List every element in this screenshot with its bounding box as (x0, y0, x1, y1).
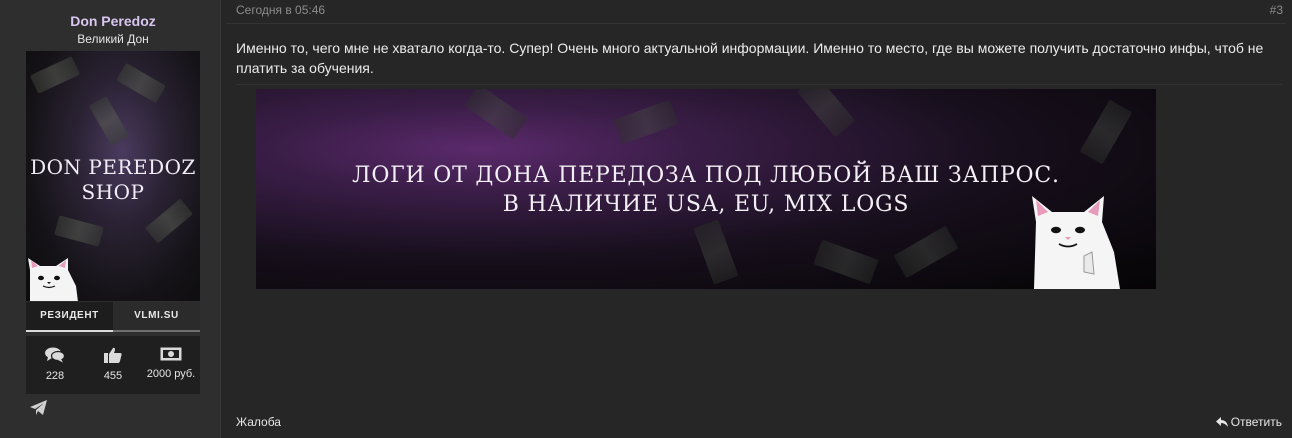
avatar-caption-line1: DON PEREDOZ (30, 155, 196, 179)
banner-vlmi: VLMI.SU (113, 302, 200, 332)
user-title: Великий Дон (77, 32, 149, 46)
post-number[interactable]: #3 (1270, 3, 1283, 17)
user-stats: 228 455 2000 руб. (26, 336, 200, 394)
messages-count: 228 (45, 370, 65, 382)
reply-label: Ответить (1230, 415, 1282, 429)
avatar-caption: DON PEREDOZ SHOP (26, 155, 200, 205)
telegram-icon[interactable] (30, 400, 48, 416)
likes-icon (104, 347, 122, 363)
stat-messages[interactable]: 228 (26, 336, 84, 382)
money-value: 2000 руб. (146, 368, 196, 380)
user-banners: РЕЗИДЕНТ VLMI.SU (26, 302, 200, 332)
cat-icon (28, 258, 78, 301)
username-link[interactable]: Don Peredoz (0, 13, 226, 29)
money-icon (160, 347, 182, 361)
avatar-caption-line2: SHOP (81, 180, 145, 204)
cat-icon (1032, 196, 1120, 289)
banner-line2: В НАЛИЧИЕ USA, EU, MIX LOGS (502, 192, 910, 217)
post-date[interactable]: Сегодня в 05:46 (236, 3, 325, 17)
likes-count: 455 (103, 370, 123, 382)
report-link[interactable]: Жалоба (236, 415, 281, 429)
signature-divider (236, 84, 1282, 85)
banner-resident: РЕЗИДЕНТ (26, 302, 113, 332)
messages-icon (45, 347, 65, 363)
avatar[interactable]: DON PEREDOZ SHOP (26, 51, 200, 301)
forum-post: Don Peredoz Великий Дон DON PEREDOZ SHOP (0, 0, 1292, 438)
user-sidebar: Don Peredoz Великий Дон DON PEREDOZ SHOP (0, 0, 221, 438)
reply-button[interactable]: Ответить (1215, 415, 1282, 429)
stat-money[interactable]: 2000 руб. (142, 336, 200, 380)
stat-likes[interactable]: 455 (84, 336, 142, 382)
banner-line1: ЛОГИ ОТ ДОНА ПЕРЕДОЗА ПОД ЛЮБОЙ ВАШ ЗАПР… (352, 163, 1060, 188)
reply-icon (1215, 417, 1228, 427)
signature-banner[interactable]: ЛОГИ ОТ ДОНА ПЕРЕДОЗА ПОД ЛЮБОЙ ВАШ ЗАПР… (256, 89, 1156, 289)
header-divider (226, 23, 1286, 24)
message-text: Именно то, чего мне не хватало когда-то.… (236, 40, 1264, 76)
